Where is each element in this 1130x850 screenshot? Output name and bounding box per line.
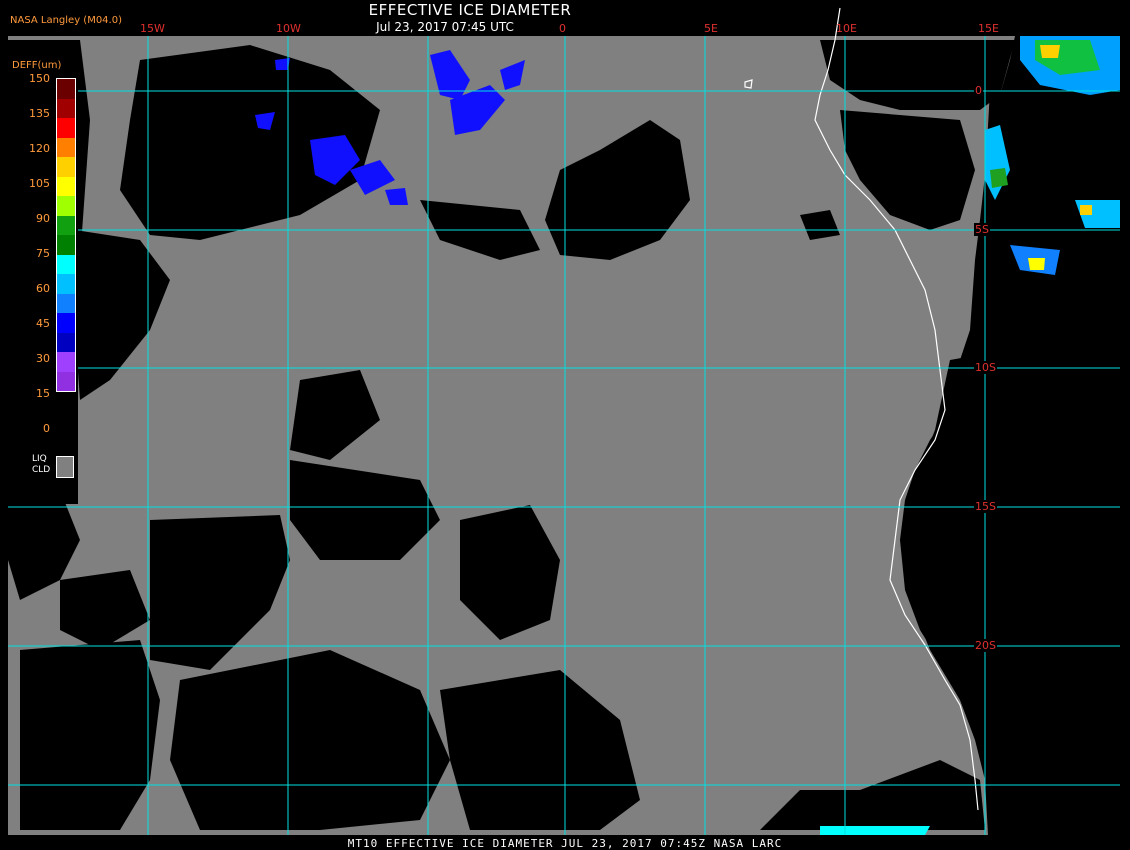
lat-label-15s: 15S [974, 500, 997, 513]
legend-tick: 0 [43, 422, 50, 435]
color-bar-segment [57, 235, 75, 255]
liquid-cloud-label: LIQ CLD [32, 454, 50, 476]
color-legend: DEFF(um) 150 135 120 105 90 75 60 45 30 … [8, 56, 78, 504]
legend-tick: 105 [29, 177, 50, 190]
lat-label-0: 0 [974, 84, 983, 97]
legend-tick: 45 [36, 317, 50, 330]
color-bar [56, 78, 76, 392]
legend-title: DEFF(um) [12, 60, 62, 71]
legend-tick: 30 [36, 352, 50, 365]
liquid-cloud-label-line1: LIQ [32, 454, 47, 464]
legend-tick: 75 [36, 247, 50, 260]
color-bar-segment [57, 215, 75, 235]
lon-label-15w: 15W [140, 22, 165, 35]
satellite-map [0, 0, 1130, 850]
color-bar-segment [57, 196, 75, 216]
color-bar-segment [57, 254, 75, 274]
legend-tick: 150 [29, 72, 50, 85]
lat-label-10s: 10S [974, 361, 997, 374]
legend-tick: 60 [36, 282, 50, 295]
liquid-cloud-swatch [56, 456, 74, 478]
legend-tick: 135 [29, 107, 50, 120]
color-bar-segment [57, 98, 75, 118]
lon-label-5e: 5E [704, 22, 718, 35]
color-bar-segment [57, 118, 75, 138]
color-bar-segment [57, 371, 75, 391]
footer-caption: MT10 EFFECTIVE ICE DIAMETER JUL 23, 2017… [347, 837, 783, 850]
map-timestamp: Jul 23, 2017 07:45 UTC [376, 20, 514, 34]
lat-label-20s: 20S [974, 639, 997, 652]
lon-label-10w: 10W [276, 22, 301, 35]
color-bar-segment [57, 137, 75, 157]
legend-tick: 120 [29, 142, 50, 155]
legend-tick: 15 [36, 387, 50, 400]
color-bar-segment [57, 313, 75, 333]
color-bar-segment [57, 79, 75, 99]
color-bar-segment [57, 274, 75, 294]
color-bar-segment [57, 157, 75, 177]
color-bar-segment [57, 332, 75, 352]
legend-tick: 90 [36, 212, 50, 225]
map-title: EFFECTIVE ICE DIAMETER [368, 1, 572, 19]
color-bar-segment [57, 293, 75, 313]
color-bar-segment [57, 352, 75, 372]
lon-label-0: 0 [559, 22, 566, 35]
color-bar-segment [57, 176, 75, 196]
lat-label-5s: 5S [974, 223, 990, 236]
lon-label-10e: 10E [836, 22, 857, 35]
liquid-cloud-label-line2: CLD [32, 465, 51, 475]
lon-label-15e: 15E [978, 22, 999, 35]
